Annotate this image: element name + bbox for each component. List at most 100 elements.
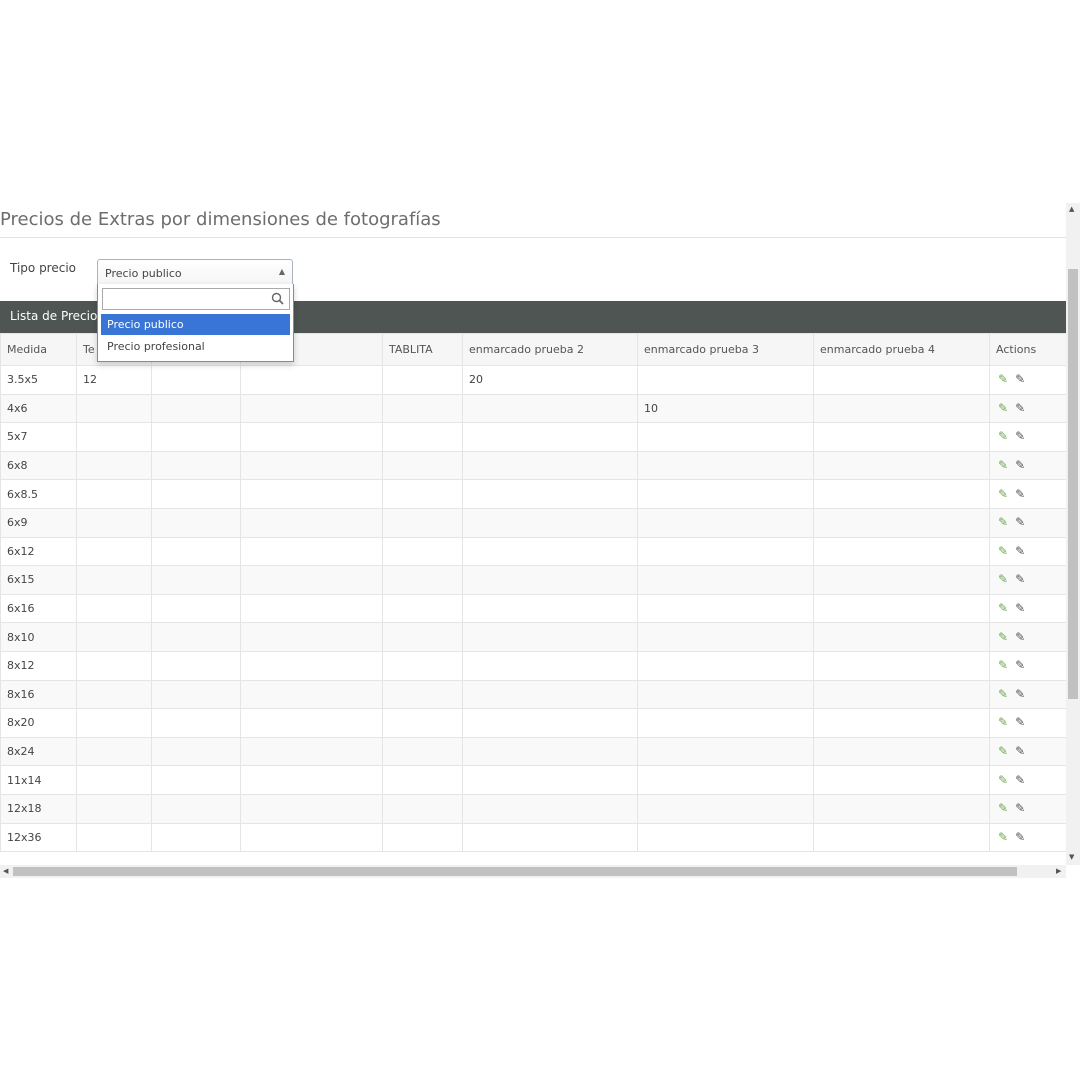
table-cell xyxy=(151,422,241,452)
pencil-icon[interactable]: ✎ xyxy=(998,402,1008,414)
scroll-up-icon[interactable]: ▲ xyxy=(1069,205,1074,213)
pencil-icon[interactable]: ✎ xyxy=(998,831,1008,843)
table-cell xyxy=(240,422,383,452)
pencil-icon[interactable]: ✎ xyxy=(998,774,1008,786)
table-cell xyxy=(637,565,814,595)
pencil-icon[interactable]: ✎ xyxy=(1015,573,1025,585)
pencil-icon[interactable]: ✎ xyxy=(998,488,1008,500)
vertical-scroll-thumb[interactable] xyxy=(1068,269,1078,699)
pencil-icon[interactable]: ✎ xyxy=(998,602,1008,614)
table-cell xyxy=(382,708,463,738)
vertical-scrollbar[interactable]: ▲ ▼ xyxy=(1066,203,1080,865)
pencil-icon[interactable]: ✎ xyxy=(998,545,1008,557)
pencil-icon[interactable]: ✎ xyxy=(1015,430,1025,442)
main-frame: Precios de Extras por dimensiones de fot… xyxy=(0,203,1080,878)
pencil-icon[interactable]: ✎ xyxy=(998,459,1008,471)
pencil-icon[interactable]: ✎ xyxy=(1015,688,1025,700)
table-cell xyxy=(382,679,463,710)
table-cell: 12x18 xyxy=(0,793,77,824)
table-cell xyxy=(813,622,990,652)
pencil-icon[interactable]: ✎ xyxy=(998,745,1008,757)
table-cell xyxy=(240,365,383,395)
dropdown-option-precio-profesional[interactable]: Precio profesional xyxy=(101,336,290,357)
table-cell: 6x8.5 xyxy=(0,479,77,509)
table-cell xyxy=(76,679,152,710)
table-cell xyxy=(637,736,814,767)
table-cell xyxy=(382,507,463,538)
table-cell xyxy=(813,479,990,509)
table-cell xyxy=(813,565,990,595)
pencil-icon[interactable]: ✎ xyxy=(998,631,1008,643)
pencil-icon[interactable]: ✎ xyxy=(1015,716,1025,728)
table-cell xyxy=(151,822,241,853)
table-cell xyxy=(637,422,814,452)
table-cell xyxy=(382,450,463,481)
table-row: 6x9 ✎ ✎ xyxy=(0,507,1066,538)
pencil-icon[interactable]: ✎ xyxy=(1015,545,1025,557)
table-cell xyxy=(151,708,241,738)
table-container: MedidaTeENCINOTABLITAenmarcado prueba 2e… xyxy=(0,333,1066,865)
table-cell xyxy=(462,450,638,481)
table-cell xyxy=(637,793,814,824)
table-cell xyxy=(813,736,990,767)
table-cell xyxy=(382,822,463,853)
pencil-icon[interactable]: ✎ xyxy=(1015,602,1025,614)
table-cell xyxy=(151,679,241,710)
table-cell xyxy=(76,593,152,624)
tipo-precio-dropdown: Precio publico Precio profesional xyxy=(97,284,294,362)
pencil-icon[interactable]: ✎ xyxy=(998,659,1008,671)
pencil-icon[interactable]: ✎ xyxy=(1015,774,1025,786)
actions-cell: ✎ ✎ xyxy=(989,622,1066,652)
tipo-precio-select[interactable]: Precio publico ▲ xyxy=(97,259,293,287)
pencil-icon[interactable]: ✎ xyxy=(998,373,1008,385)
table-cell xyxy=(151,450,241,481)
table-cell xyxy=(813,593,990,624)
table-cell xyxy=(76,793,152,824)
table-cell: 8x24 xyxy=(0,736,77,767)
table-cell xyxy=(462,736,638,767)
pencil-icon[interactable]: ✎ xyxy=(998,716,1008,728)
table-cell xyxy=(240,736,383,767)
pencil-icon[interactable]: ✎ xyxy=(1015,831,1025,843)
actions-cell: ✎ ✎ xyxy=(989,593,1066,624)
scroll-down-icon[interactable]: ▼ xyxy=(1069,853,1074,861)
pencil-icon[interactable]: ✎ xyxy=(1015,516,1025,528)
actions-cell: ✎ ✎ xyxy=(989,422,1066,452)
table-cell xyxy=(240,507,383,538)
horizontal-scrollbar[interactable]: ◀ ▶ xyxy=(0,865,1066,878)
pencil-icon[interactable]: ✎ xyxy=(998,573,1008,585)
pencil-icon[interactable]: ✎ xyxy=(1015,373,1025,385)
table-cell xyxy=(240,450,383,481)
horizontal-scroll-thumb[interactable] xyxy=(13,867,1017,876)
table-cell xyxy=(240,479,383,509)
dropdown-option-precio-publico[interactable]: Precio publico xyxy=(101,314,290,335)
pencil-icon[interactable]: ✎ xyxy=(1015,402,1025,414)
scroll-right-icon[interactable]: ▶ xyxy=(1056,867,1061,875)
pencil-icon[interactable]: ✎ xyxy=(998,430,1008,442)
table-cell: 6x9 xyxy=(0,507,77,538)
table-cell xyxy=(76,736,152,767)
table-cell: 5x7 xyxy=(0,422,77,452)
pencil-icon[interactable]: ✎ xyxy=(998,688,1008,700)
pencil-icon[interactable]: ✎ xyxy=(998,516,1008,528)
table-cell xyxy=(637,822,814,853)
table-cell: 6x16 xyxy=(0,593,77,624)
table-cell xyxy=(151,622,241,652)
pencil-icon[interactable]: ✎ xyxy=(1015,459,1025,471)
table-cell xyxy=(240,708,383,738)
pencil-icon[interactable]: ✎ xyxy=(998,802,1008,814)
table-body: 3.5x5 12 20 ✎ ✎ 4x6 10 ✎ ✎ 5x7 ✎ ✎ 6x8 ✎ ✎ 6x8.5 ✎ ✎ 6x9 ✎ ✎… xyxy=(0,365,1066,853)
table-cell: 4x6 xyxy=(0,393,77,424)
table-cell xyxy=(813,765,990,795)
scroll-left-icon[interactable]: ◀ xyxy=(3,867,8,875)
pencil-icon[interactable]: ✎ xyxy=(1015,488,1025,500)
dropdown-search-input[interactable] xyxy=(106,291,266,310)
pencil-icon[interactable]: ✎ xyxy=(1015,631,1025,643)
table-cell xyxy=(240,793,383,824)
table-row: 8x24 ✎ ✎ xyxy=(0,736,1066,767)
pencil-icon[interactable]: ✎ xyxy=(1015,659,1025,671)
actions-cell: ✎ ✎ xyxy=(989,450,1066,481)
pencil-icon[interactable]: ✎ xyxy=(1015,802,1025,814)
table-cell xyxy=(151,793,241,824)
pencil-icon[interactable]: ✎ xyxy=(1015,745,1025,757)
